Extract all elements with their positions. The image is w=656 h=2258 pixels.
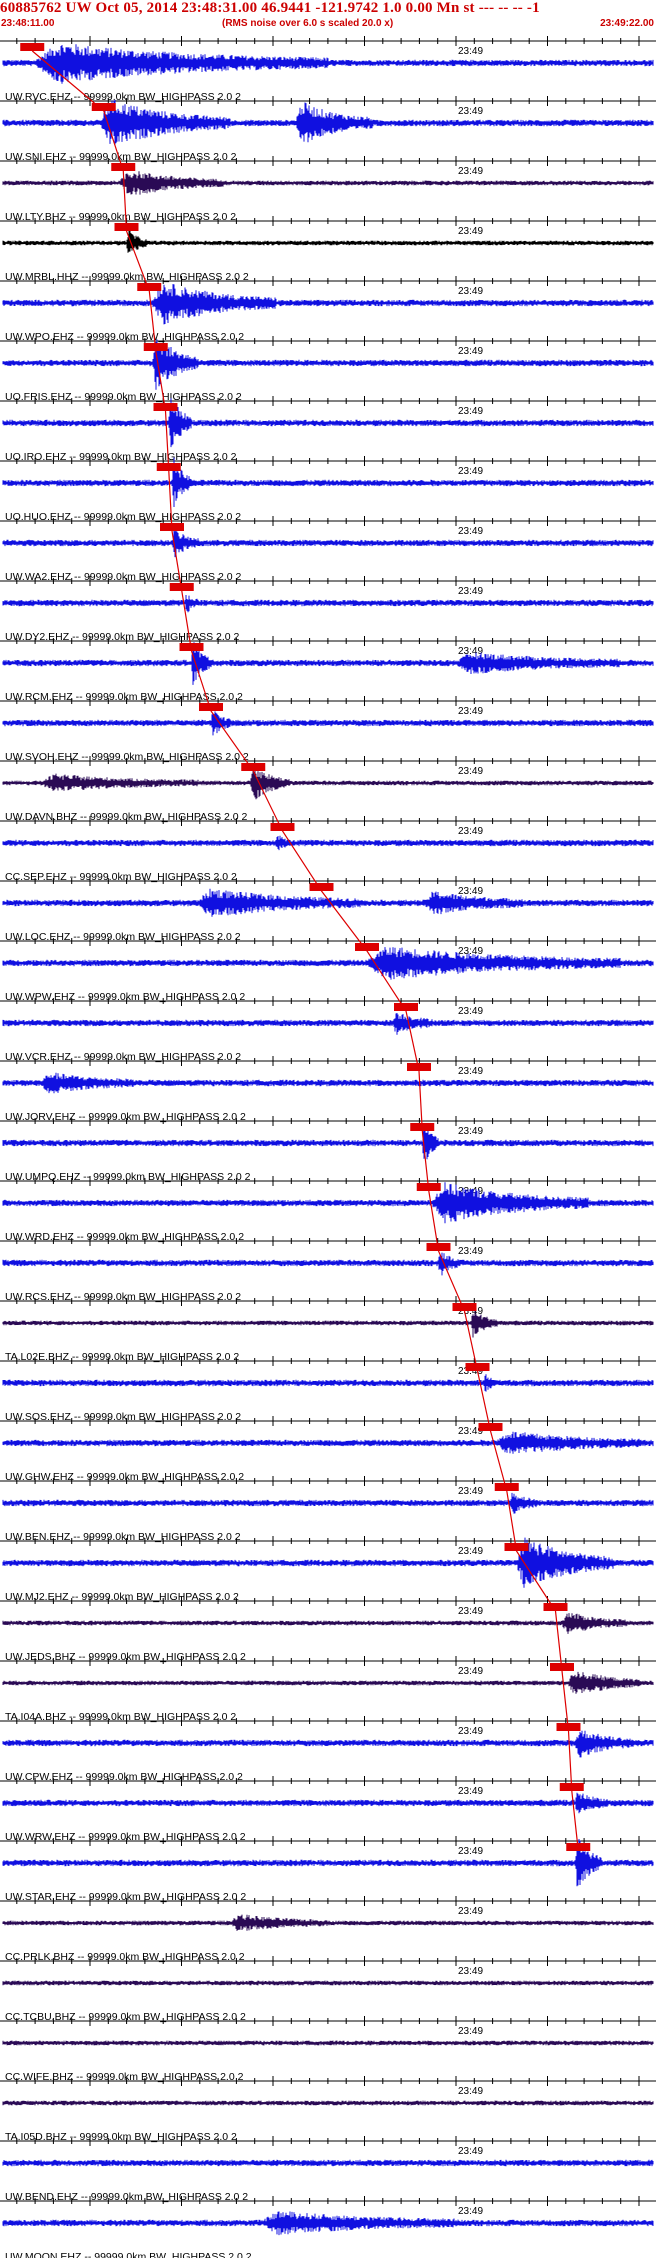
time-label: 23:49 (458, 106, 483, 117)
time-label: 23:49 (458, 346, 483, 357)
waveform-trace (2, 888, 654, 917)
time-label: 23:49 (458, 166, 483, 177)
waveform-trace (2, 44, 654, 84)
time-label: 23:49 (458, 1786, 483, 1797)
waveform-trace (2, 339, 654, 390)
waveform-trace (2, 595, 654, 613)
time-label: 23:49 (458, 2026, 483, 2037)
pick-marker (394, 1003, 418, 1011)
waveform-trace (2, 1730, 654, 1758)
waveform-trace (2, 1252, 654, 1276)
waveform-trace (2, 1671, 654, 1694)
pick-marker (543, 1603, 568, 1611)
waveform-trace (2, 230, 654, 253)
waveform-trace (2, 457, 654, 507)
waveform-trace (2, 1980, 654, 1986)
waveform-trace (2, 642, 654, 685)
waveform-trace (2, 1309, 654, 1338)
time-label: 23:49 (458, 766, 483, 777)
waveform-trace (2, 2040, 654, 2046)
time-label: 23:49 (458, 1006, 483, 1017)
time-label: 23:49 (458, 1726, 483, 1737)
time-label: 23:49 (458, 586, 483, 597)
waveform-trace (2, 2100, 654, 2106)
waveform-trace (2, 2159, 654, 2167)
waveform-trace (2, 835, 654, 851)
time-label: 23:49 (458, 1666, 483, 1677)
waveform-trace (2, 284, 654, 325)
pick-moveout-line (31, 50, 579, 1852)
time-label: 23:49 (458, 46, 483, 57)
time-label: 23:49 (458, 1066, 483, 1077)
pick-marker (309, 883, 334, 891)
time-label: 23:49 (458, 1246, 483, 1257)
waveform-trace (2, 1374, 654, 1392)
waveform-trace (2, 770, 654, 800)
waveform-trace (2, 1839, 654, 1887)
waveform-trace (2, 711, 654, 736)
waveform-trace (2, 398, 654, 448)
time-label: 23:49 (458, 946, 483, 957)
time-label: 23:49 (458, 2146, 483, 2157)
channel-label: UW.MOON.EHZ -- 99999.0km BW_HIGHPASS 2.0… (5, 2251, 252, 2258)
waveform-trace (2, 1182, 654, 1224)
waveform-trace (2, 171, 654, 195)
time-label: 23:49 (458, 526, 483, 537)
waveform-trace (2, 947, 654, 980)
time-label: 23:49 (458, 286, 483, 297)
waveform-trace (2, 2211, 654, 2236)
time-label: 23:49 (458, 2206, 483, 2217)
time-label: 23:49 (458, 1126, 483, 1137)
time-label: 23:49 (458, 226, 483, 237)
pick-marker (355, 943, 379, 951)
time-label: 23:49 (458, 1546, 483, 1557)
waveform-trace (2, 528, 654, 558)
waveform-trace (2, 1431, 654, 1454)
waveform-trace (2, 1013, 654, 1035)
waveform-trace (2, 1492, 654, 1514)
waveform-trace (2, 1914, 654, 1931)
waveform-trace (2, 1792, 654, 1814)
time-label: 23:49 (458, 886, 483, 897)
time-label: 23:49 (458, 1606, 483, 1617)
time-label: 23:49 (458, 2086, 483, 2097)
seismogram-plot: 23:49UW.RVC.EHZ -- 99999.0km BW_HIGHPASS… (0, 36, 656, 2258)
waveform-trace (2, 1537, 654, 1588)
time-label: 23:49 (458, 406, 483, 417)
time-label: 23:49 (458, 1966, 483, 1977)
waveform-trace (2, 1129, 654, 1160)
waveform-trace (2, 1072, 654, 1094)
time-label: 23:49 (458, 826, 483, 837)
time-label: 23:49 (458, 1846, 483, 1857)
time-label: 23:49 (458, 466, 483, 477)
time-label: 23:49 (458, 706, 483, 717)
pick-marker (20, 43, 45, 51)
time-label: 23:49 (458, 1486, 483, 1497)
time-label: 23:49 (458, 1906, 483, 1917)
pick-marker (241, 763, 266, 771)
